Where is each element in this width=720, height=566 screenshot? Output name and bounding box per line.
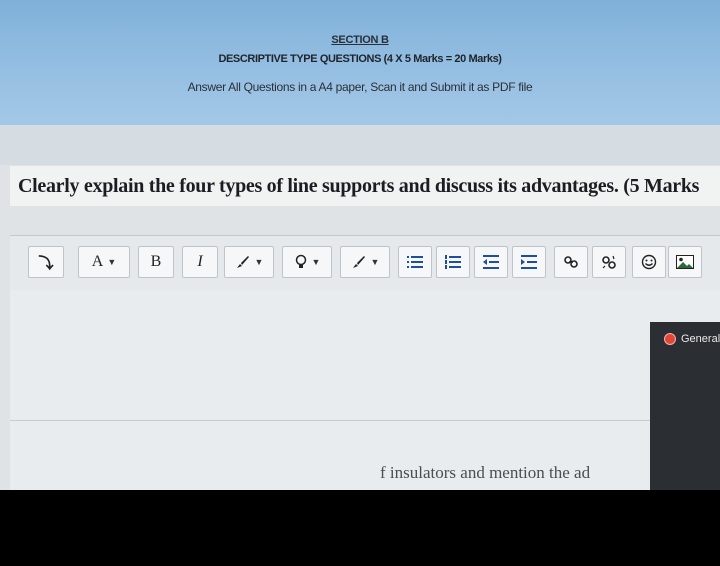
section-header: SECTION B DESCRIPTIVE TYPE QUESTIONS (4 … <box>0 0 720 125</box>
screen: SECTION B DESCRIPTIVE TYPE QUESTIONS (4 … <box>0 0 720 490</box>
general-indicator[interactable]: General <box>664 333 720 345</box>
image-icon <box>676 255 694 269</box>
photo-border <box>0 490 720 566</box>
chevron-down-icon: ▼ <box>254 257 264 267</box>
ordered-list-button[interactable] <box>436 246 470 278</box>
outdent-button[interactable] <box>474 246 508 278</box>
indent-icon <box>521 255 537 269</box>
background-color-button[interactable]: ▼ <box>340 246 390 278</box>
list-icon <box>407 256 423 268</box>
bold-button[interactable]: B <box>138 246 174 278</box>
general-panel: General <box>650 322 720 490</box>
italic-label: I <box>197 253 203 270</box>
indent-button[interactable] <box>512 246 546 278</box>
numbered-list-icon <box>445 255 461 269</box>
brush-icon <box>352 256 365 268</box>
unlink-icon <box>602 255 616 269</box>
outdent-icon <box>483 255 499 269</box>
toggle-toolbar-button[interactable]: ⤵ <box>28 246 64 278</box>
question-text: Clearly explain the four types of line s… <box>18 175 700 197</box>
chevron-down-icon: ▼ <box>107 257 117 267</box>
instruction-text: Answer All Questions in a A4 paper, Scan… <box>187 80 533 94</box>
editor-toolbar: ⤵ A ▼ B I ▼ ▼ ▼ <box>10 235 720 291</box>
font-size-button[interactable]: A ▼ <box>78 246 130 278</box>
italic-button[interactable]: I <box>182 246 218 278</box>
text-color-button[interactable]: ▼ <box>224 246 274 278</box>
image-button[interactable] <box>668 246 702 278</box>
link-button[interactable] <box>554 246 588 278</box>
chevron-down-icon: ▼ <box>311 257 321 267</box>
unordered-list-button[interactable] <box>398 246 432 278</box>
smiley-icon <box>641 254 657 270</box>
expand-icon: ⤵ <box>38 254 54 272</box>
next-question-text: f insulators and mention the ad <box>380 463 591 482</box>
bold-label: B <box>150 253 162 270</box>
highlight-button[interactable]: ▼ <box>282 246 332 278</box>
unlink-button[interactable] <box>592 246 626 278</box>
general-label: General <box>681 333 720 345</box>
bulb-icon <box>295 254 306 268</box>
answer-editor[interactable] <box>10 290 720 490</box>
section-title: SECTION B <box>331 34 389 46</box>
question-box: Clearly explain the four types of line s… <box>10 166 720 206</box>
chevron-down-icon: ▼ <box>370 257 380 267</box>
section-description: DESCRIPTIVE TYPE QUESTIONS (4 X 5 Marks … <box>218 53 502 65</box>
link-icon <box>564 256 578 268</box>
brush-icon <box>236 256 249 268</box>
emoji-button[interactable] <box>632 246 666 278</box>
question-band <box>0 125 720 165</box>
font-size-label: A <box>91 253 104 270</box>
editor-divider <box>10 420 720 421</box>
record-icon <box>664 333 676 345</box>
